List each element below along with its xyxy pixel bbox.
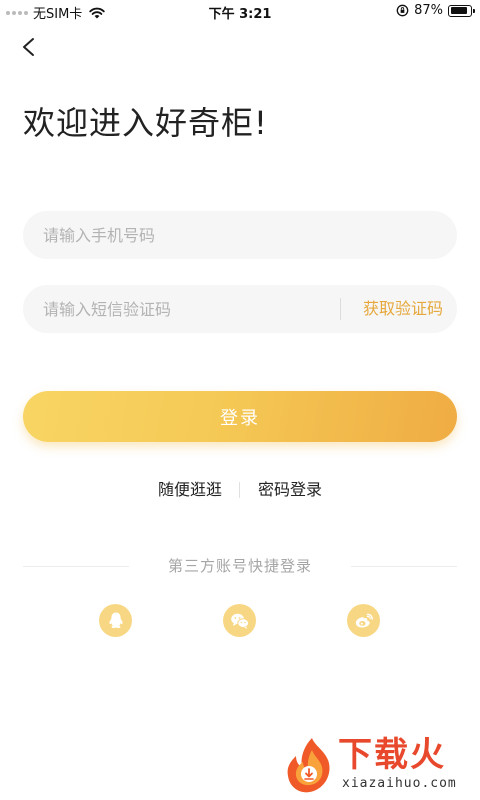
qq-icon <box>108 612 123 629</box>
watermark-text: 下载火 <box>338 735 446 775</box>
weibo-icon <box>355 613 373 627</box>
wechat-icon <box>230 613 249 629</box>
divider-line <box>351 566 457 567</box>
login-button[interactable]: 登录 <box>23 391 457 442</box>
chevron-left-icon <box>23 38 34 56</box>
weibo-login-button[interactable] <box>347 604 380 637</box>
watermark-logo: 下载火 xiazaihuo.com <box>282 734 478 798</box>
code-divider <box>340 298 341 320</box>
qq-login-button[interactable] <box>99 604 132 637</box>
back-button[interactable] <box>14 32 44 62</box>
wechat-login-button[interactable] <box>223 604 256 637</box>
get-code-button[interactable]: 获取验证码 <box>363 285 443 333</box>
third-party-header: 第三方账号快捷登录 <box>23 555 457 577</box>
link-divider <box>239 482 240 498</box>
status-right: 87% <box>396 3 475 18</box>
phone-input[interactable] <box>23 211 457 259</box>
sms-code-input[interactable] <box>23 285 323 333</box>
phone-field <box>23 211 457 259</box>
status-bar: 无SIM卡 下午 3:21 87% <box>0 0 480 22</box>
flame-logo-icon <box>287 738 330 793</box>
browse-link[interactable]: 随便逛逛 <box>158 478 222 502</box>
sms-code-field: 获取验证码 <box>23 285 457 333</box>
watermark-url: xiazaihuo.com <box>342 776 457 791</box>
page-title: 欢迎进入好奇柜! <box>23 104 268 142</box>
battery-percent: 87% <box>414 3 443 18</box>
orientation-lock-icon <box>396 4 409 17</box>
password-login-link[interactable]: 密码登录 <box>258 478 322 502</box>
secondary-links: 随便逛逛 密码登录 <box>0 478 480 502</box>
battery-fill <box>450 7 468 14</box>
battery-icon <box>448 4 475 17</box>
